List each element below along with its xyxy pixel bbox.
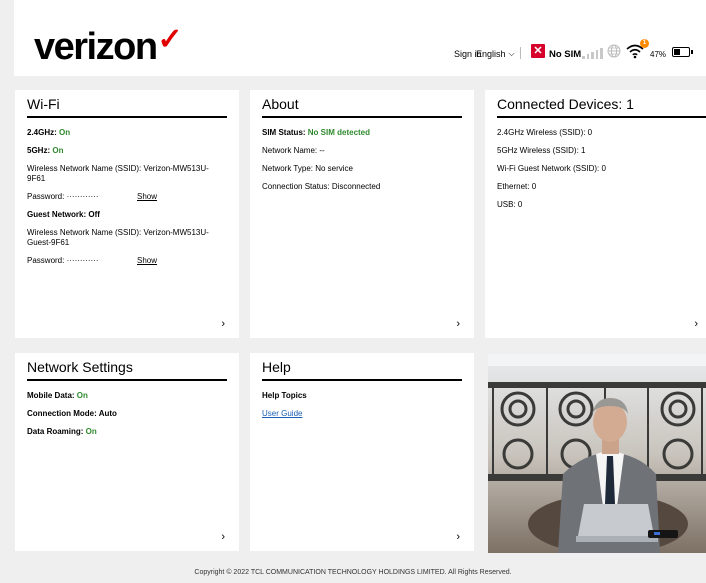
show-guest-password-link[interactable]: Show (137, 256, 157, 266)
guest-network-status: Guest Network: Off (27, 210, 100, 219)
network-settings-title: Network Settings (27, 359, 133, 375)
sim-error-icon: ✕ (531, 44, 545, 58)
footer-copyright: Copyright © 2022 TCL COMMUNICATION TECHN… (194, 569, 512, 576)
chevron-right-icon[interactable]: › (456, 531, 460, 543)
connected-devices-card[interactable]: Connected Devices: 1 2.4GHz Wireless (SS… (485, 90, 706, 338)
devices-24ghz: 2.4GHz Wireless (SSID): 0 (497, 128, 593, 137)
about-title: About (262, 96, 299, 112)
help-title: Help (262, 359, 291, 375)
signal-strength-icon (582, 46, 604, 59)
devices-5ghz: 5GHz Wireless (SSID): 1 (497, 146, 586, 155)
language-select[interactable]: English ⌵ (476, 45, 515, 63)
mobile-data-status: Mobile Data: On (27, 391, 88, 400)
battery-percent: 47% (650, 49, 667, 59)
wifi-password: Password: ············ (27, 192, 99, 201)
title-rule (27, 379, 227, 381)
devices-ethernet: Ethernet: 0 (497, 182, 537, 191)
user-guide-link[interactable]: User Guide (262, 409, 302, 418)
connection-mode: Connection Mode: Auto (27, 409, 117, 418)
wifi-title: Wi-Fi (27, 96, 60, 112)
connection-status: Connection Status: Disconnected (262, 182, 381, 191)
check-mark-icon: ✓ (157, 23, 183, 56)
help-topics-label: Help Topics (262, 391, 307, 400)
title-rule (262, 379, 462, 381)
help-card[interactable]: Help Help Topics User Guide › (250, 353, 474, 551)
divider (520, 47, 521, 59)
header: verizon✓ (14, 0, 706, 76)
wifi-ssid: Wireless Network Name (SSID): Verizon-MW… (27, 164, 209, 183)
about-card[interactable]: About SIM Status: No SIM detected Networ… (250, 90, 474, 338)
wifi-5ghz-status: 5GHz: On (27, 146, 64, 155)
verizon-logo[interactable]: verizon✓ (34, 25, 183, 67)
chevron-right-icon[interactable]: › (221, 531, 225, 543)
devices-usb: USB: 0 (497, 200, 523, 209)
title-rule (262, 116, 462, 118)
chevron-right-icon[interactable]: › (456, 318, 460, 330)
sim-status: SIM Status: No SIM detected (262, 128, 371, 137)
guest-password-row: Password: ············ Show (27, 256, 227, 266)
data-roaming-status: Data Roaming: On (27, 427, 97, 436)
language-label: English (476, 49, 506, 59)
wifi-24ghz-status: 2.4GHz: On (27, 128, 71, 137)
sim-status-label: No SIM (549, 48, 582, 60)
connected-devices-title: Connected Devices: 1 (497, 96, 634, 112)
connected-count-badge: 1 (640, 39, 649, 48)
guest-ssid: Wireless Network Name (SSID): Verizon-MW… (27, 228, 209, 247)
globe-icon (607, 44, 621, 58)
chevron-right-icon[interactable]: › (694, 318, 698, 330)
network-name: Network Name: -- (262, 146, 325, 155)
chevron-down-icon: ⌵ (508, 49, 515, 58)
battery-icon (672, 47, 693, 57)
devices-guest: Wi-Fi Guest Network (SSID): 0 (497, 164, 606, 173)
wifi-card[interactable]: Wi-Fi 2.4GHz: On 5GHz: On Wireless Netwo… (15, 90, 239, 338)
network-type: Network Type: No service (262, 164, 353, 173)
guest-password: Password: ············ (27, 256, 99, 265)
network-settings-card[interactable]: Network Settings Mobile Data: On Connect… (15, 353, 239, 551)
promo-photo (488, 354, 706, 553)
title-rule (27, 116, 227, 118)
show-password-link[interactable]: Show (137, 192, 157, 202)
wifi-password-row: Password: ············ Show (27, 192, 227, 202)
title-rule (497, 116, 706, 118)
chevron-right-icon[interactable]: › (221, 318, 225, 330)
battery-level (674, 49, 681, 55)
